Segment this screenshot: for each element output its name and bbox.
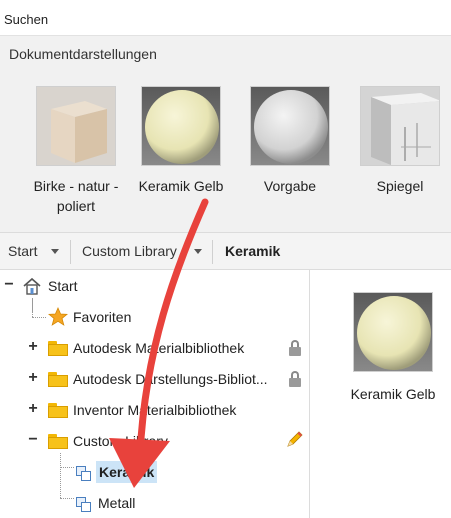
wood-cube-thumbnail: [36, 86, 116, 166]
lock-icon: [288, 340, 302, 356]
expand-toggle[interactable]: +: [26, 339, 40, 355]
tree-label: Keramik: [96, 461, 158, 483]
tree-item-autodesk-materialbibliothek[interactable]: + Autodesk Materialbibliothek: [0, 334, 310, 362]
tree-label: Metall: [98, 495, 136, 511]
tree-label: Autodesk Materialbibliothek: [73, 340, 245, 356]
tree-item-inventor-materialbibliothek[interactable]: + Inventor Materialbibliothek: [0, 396, 310, 424]
mirror-box-thumbnail: [360, 86, 440, 166]
document-appearances-title: Dokumentdarstellungen: [9, 46, 157, 62]
appearance-swatch-vorgabe[interactable]: [250, 86, 330, 166]
material-library-icon: [76, 497, 92, 513]
expand-toggle[interactable]: +: [26, 370, 40, 386]
folder-icon: [48, 434, 68, 449]
breadcrumb-keramik[interactable]: Keramik: [225, 243, 280, 259]
breadcrumb: Start Custom Library Keramik: [0, 232, 451, 270]
folder-icon: [48, 403, 68, 418]
tree-item-favoriten[interactable]: Favoriten: [0, 303, 310, 331]
material-library-icon: [76, 466, 92, 482]
tree-item-autodesk-darstellungs-bibliothek[interactable]: + Autodesk Darstellungs-Bibliot...: [0, 365, 310, 393]
breadcrumb-divider: [70, 240, 71, 264]
tree-item-metall[interactable]: Metall: [0, 489, 310, 517]
library-tree: − Start Favoriten + Autodesk Materialbib…: [0, 270, 310, 518]
pencil-icon[interactable]: [284, 430, 304, 450]
appearance-swatch-spiegel[interactable]: [360, 86, 440, 166]
tree-label: Inventor Materialbibliothek: [73, 402, 237, 418]
tree-label: Autodesk Darstellungs-Bibliot...: [73, 371, 268, 387]
home-icon: [22, 276, 42, 296]
yellow-sphere-thumbnail[interactable]: [353, 292, 433, 372]
chevron-down-icon[interactable]: [51, 249, 59, 254]
collapse-toggle[interactable]: −: [26, 432, 40, 448]
breadcrumb-divider: [212, 240, 213, 264]
appearance-label-birke: Birke - natur - poliert: [33, 178, 119, 214]
expand-toggle[interactable]: +: [26, 401, 40, 417]
chevron-down-icon[interactable]: [194, 249, 202, 254]
preview-label: Keramik Gelb: [350, 386, 436, 402]
tree-label: Custom Library: [73, 433, 168, 449]
appearance-label-vorgabe: Vorgabe: [263, 178, 317, 194]
lock-icon: [288, 371, 302, 387]
breadcrumb-custom-library[interactable]: Custom Library: [82, 243, 177, 259]
appearance-label-spiegel: Spiegel: [376, 178, 424, 194]
search-bar: [0, 0, 451, 36]
yellow-sphere-thumbnail: [141, 86, 221, 166]
folder-icon: [48, 341, 68, 356]
breadcrumb-start[interactable]: Start: [8, 243, 38, 259]
search-input[interactable]: [4, 8, 444, 30]
appearance-swatch-keramik-gelb[interactable]: [141, 86, 221, 166]
appearance-label-keramik-gelb: Keramik Gelb: [138, 178, 224, 194]
tree-item-start[interactable]: − Start: [0, 272, 310, 300]
tree-label: Start: [48, 278, 78, 294]
tree-label: Favoriten: [73, 309, 132, 325]
white-sphere-thumbnail: [250, 86, 330, 166]
folder-icon: [48, 372, 68, 387]
collapse-toggle[interactable]: −: [2, 277, 16, 293]
appearance-swatch-birke[interactable]: [36, 86, 116, 166]
tree-item-keramik[interactable]: Keramik: [0, 458, 310, 486]
material-preview-panel: Keramik Gelb: [311, 270, 451, 518]
star-icon: [47, 306, 69, 327]
tree-item-custom-library[interactable]: − Custom Library: [0, 427, 310, 455]
